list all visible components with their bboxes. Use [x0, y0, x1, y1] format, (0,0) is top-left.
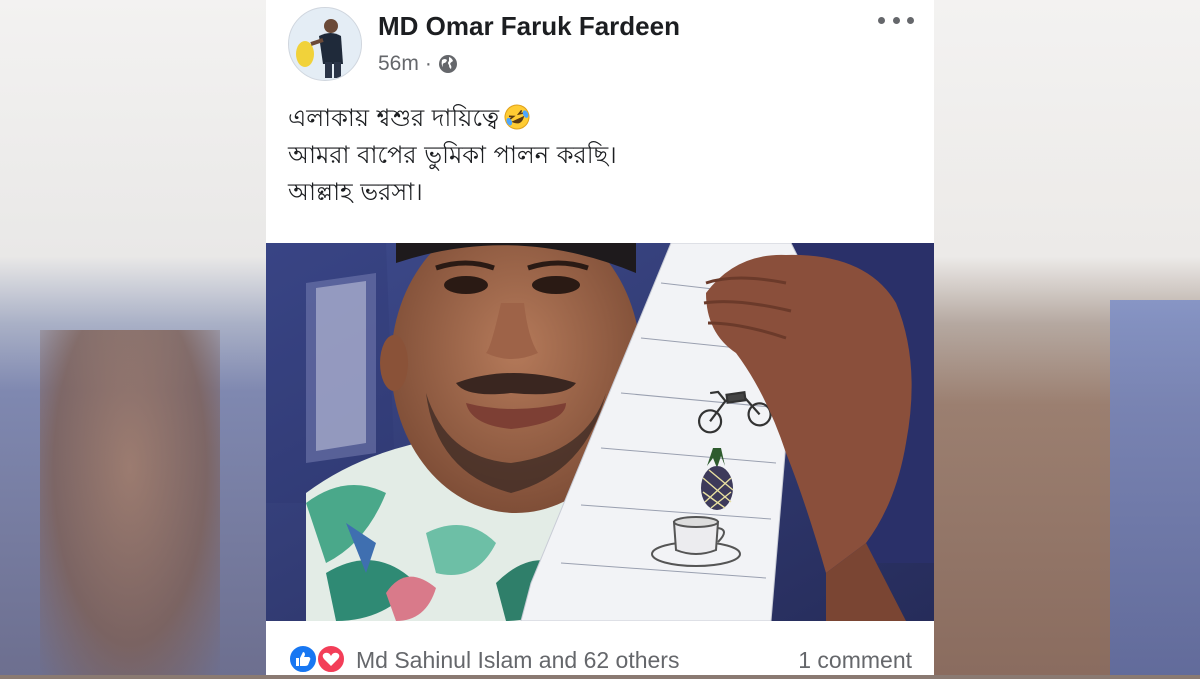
comment-count[interactable]: 1 comment: [798, 647, 912, 674]
post-meta: 56m ·: [378, 52, 458, 76]
post-photo[interactable]: [266, 243, 934, 621]
post-text-line-3: আল্লাহ ভরসা।: [288, 178, 423, 206]
post-text-line-2: আমরা বাপের ভুমিকা পালন করছি।: [288, 141, 617, 169]
post-text-line-1: এলাকায় শ্বশুর দায়িত্বে: [288, 100, 908, 137]
post-footer: Md Sahinul Islam and 62 others 1 comment: [266, 621, 934, 675]
more-options-icon[interactable]: [878, 10, 914, 30]
facebook-post-card: MD Omar Faruk Fardeen 56m · এলাকায় শ্বশ…: [266, 0, 934, 675]
rolling-on-floor-laughing-emoji: [503, 103, 531, 131]
reaction-icons[interactable]: [288, 644, 350, 674]
post-time[interactable]: 56m: [378, 52, 419, 76]
author-name[interactable]: MD Omar Faruk Fardeen: [378, 11, 680, 42]
globe-icon[interactable]: [438, 54, 458, 74]
blurred-background-left: [0, 0, 266, 675]
reactors-summary[interactable]: Md Sahinul Islam and 62 others: [356, 647, 679, 674]
post-text: এলাকায় শ্বশুর দায়িত্বে আমরা বাপের ভুমি…: [288, 100, 908, 211]
author-avatar[interactable]: [288, 7, 362, 81]
blurred-background-right: [934, 0, 1200, 675]
meta-separator: ·: [424, 52, 432, 75]
